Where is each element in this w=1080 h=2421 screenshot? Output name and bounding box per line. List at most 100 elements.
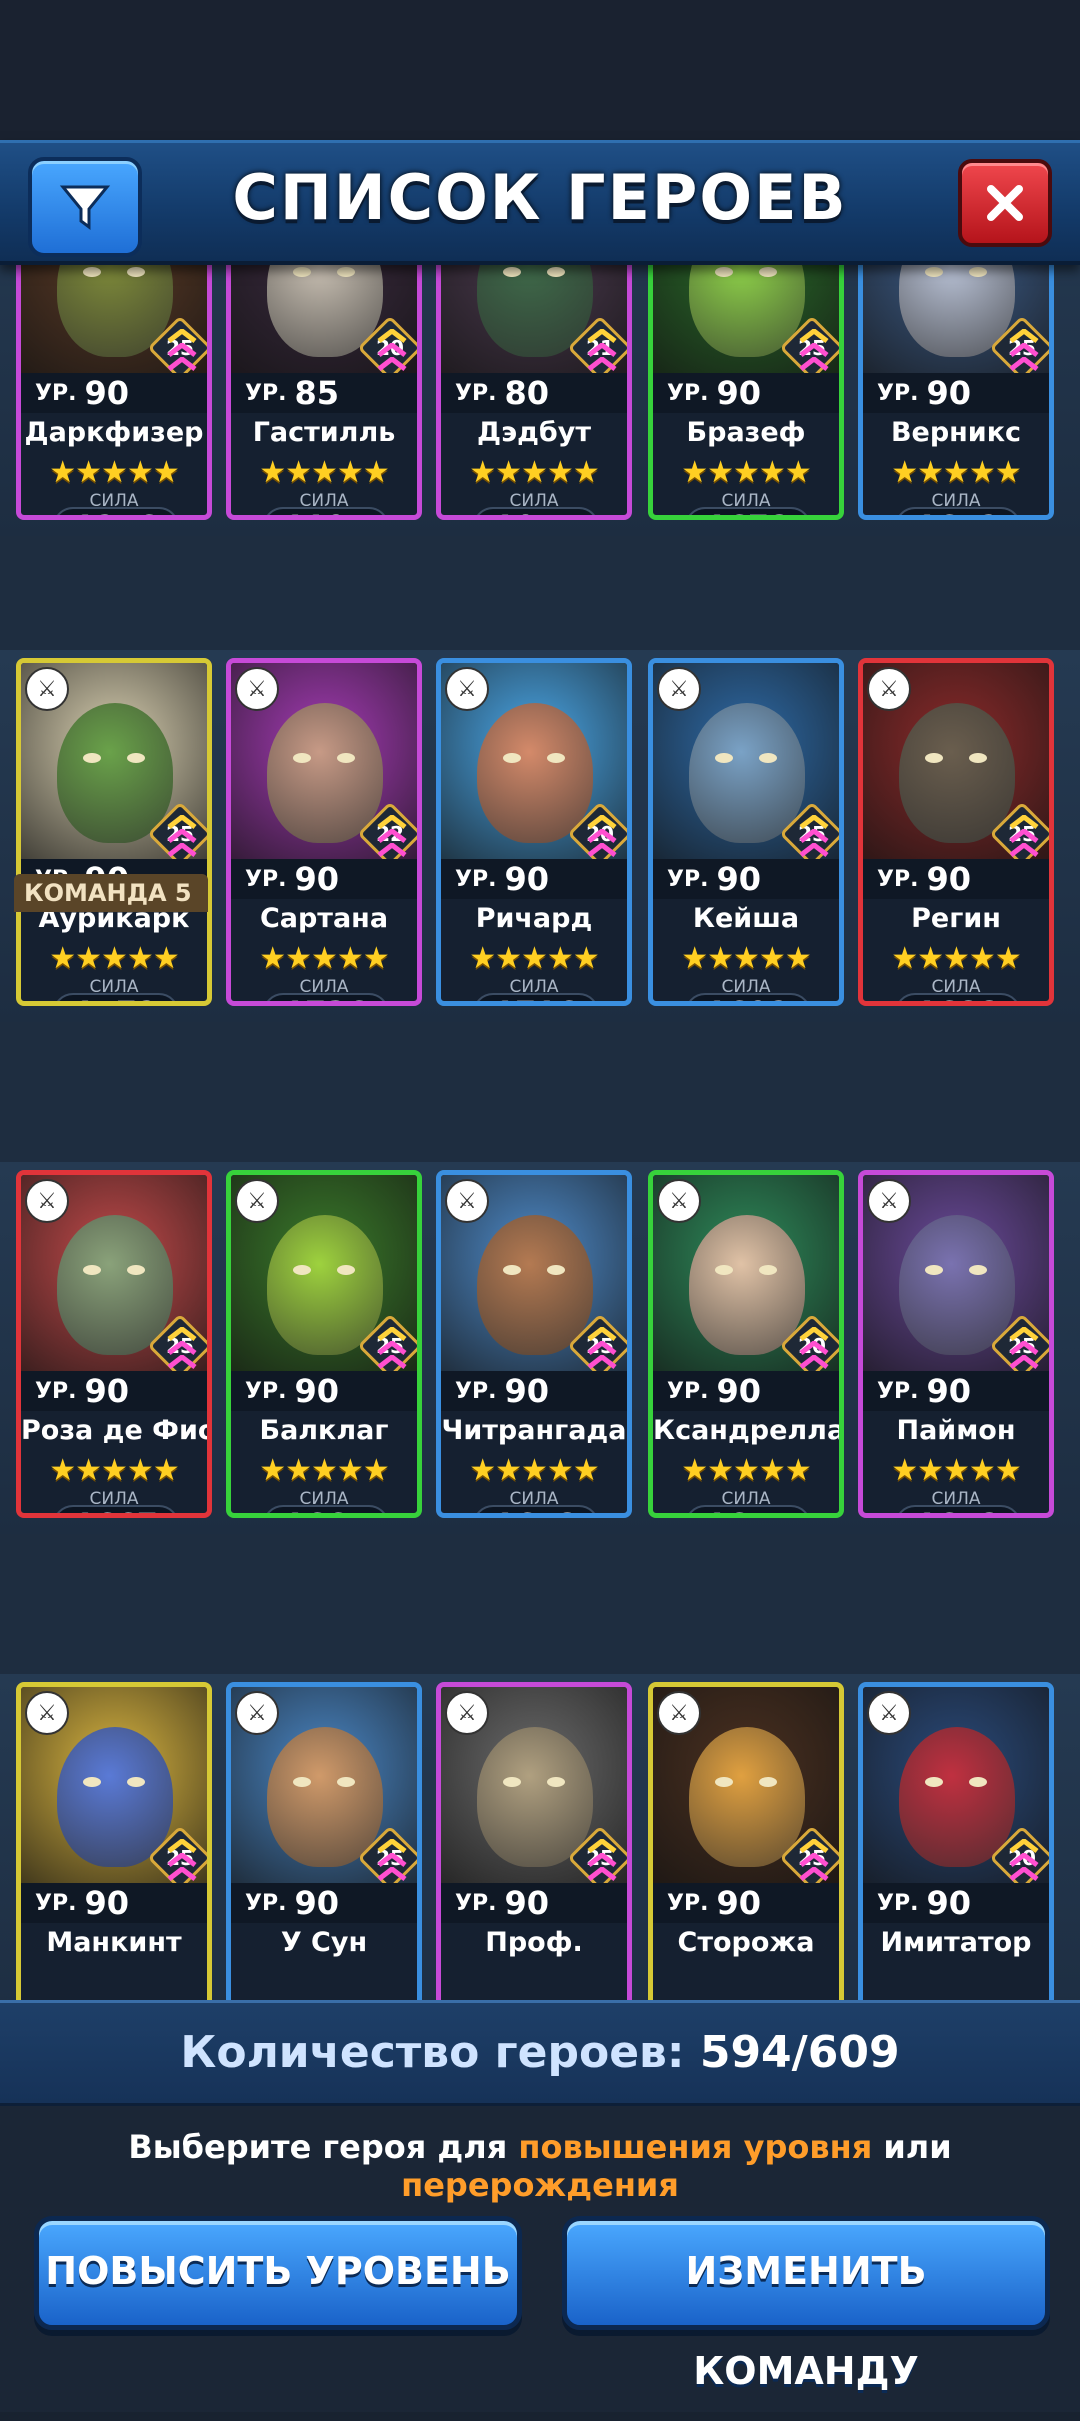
level-prefix: УР.: [877, 380, 919, 406]
hero-card[interactable]: ⚔25УР.90Читрангада★★★★★СИЛА1658: [436, 1170, 632, 1518]
hero-portrait: ⚔25: [21, 1175, 207, 1375]
hero-card[interactable]: ⚔22УР.90Сартана★★★★★СИЛА1736: [226, 658, 422, 1006]
hero-name: Сторожа: [677, 1927, 815, 1958]
hero-level: УР. 90: [653, 859, 839, 899]
level-value: 90: [84, 1372, 129, 1410]
close-button[interactable]: [958, 159, 1052, 247]
hero-stars: ★★★★★: [469, 1453, 599, 1488]
level-prefix: УР.: [245, 866, 287, 892]
power-value: 1654: [685, 1505, 811, 1513]
hero-stars: ★★★★★: [469, 941, 599, 976]
level-value: 90: [504, 1884, 549, 1922]
power-value: 1652: [895, 507, 1021, 515]
hero-portrait: ⚔ 22: [231, 663, 417, 863]
hero-count-label: Количество героев:: [180, 2027, 685, 2078]
hero-class-icon: ⚔: [867, 1179, 911, 1223]
hero-stars: ★★★★★: [681, 941, 811, 976]
hero-card[interactable]: ⚔20УР.90Ричард★★★★★СИЛА1716: [436, 658, 632, 1006]
level-value: 85: [294, 374, 339, 412]
hero-card[interactable]: ⚔25УР.90Даркфизер★★★★★СИЛА1256: [16, 258, 212, 520]
hero-name: Ричард: [475, 903, 593, 934]
level-value: 90: [926, 374, 971, 412]
hero-class-icon: ⚔: [867, 667, 911, 711]
hero-class-icon: ⚔: [235, 1179, 279, 1223]
power-value: 1045: [473, 507, 599, 515]
hero-name: Балклаг: [259, 1415, 389, 1446]
hero-class-icon: ⚔: [235, 667, 279, 711]
hint-rebirth: перерождения: [401, 2166, 679, 2204]
hero-name: Имитатор: [880, 1927, 1032, 1958]
level-value: 90: [294, 1372, 339, 1410]
hero-card[interactable]: ⚔ 25 УР. 90 Манкинт: [16, 1682, 212, 2000]
hero-name: У Сун: [280, 1927, 368, 1958]
hero-level: УР. 90: [863, 1883, 1049, 1923]
hero-name: Проф.: [485, 1927, 583, 1958]
hero-portrait: ⚔25: [441, 1175, 627, 1375]
level-prefix: УР.: [877, 1890, 919, 1916]
hero-name: Роза де Фио: [21, 1415, 207, 1446]
hero-stars: ★★★★★: [891, 941, 1021, 976]
level-prefix: УР.: [455, 380, 497, 406]
hero-card[interactable]: ⚔25УР.90Бразеф★★★★★СИЛА1678: [648, 258, 844, 520]
power-value: 1678: [685, 507, 811, 515]
hero-portrait: ⚔25: [21, 1687, 207, 1887]
power-value: 1688: [895, 993, 1021, 1001]
hero-class-icon: ⚔: [657, 1179, 701, 1223]
hero-portrait: ⚔20: [231, 258, 417, 377]
hint-start: Выберите героя для: [128, 2128, 519, 2166]
level-value: 90: [294, 860, 339, 898]
hero-class-icon: ⚔: [25, 667, 69, 711]
header: СПИСОК ГЕРОЕВ: [0, 140, 1080, 265]
level-value: 90: [294, 1884, 339, 1922]
hero-card[interactable]: ⚔25УР.90Регин★★★★★СИЛА1688: [858, 658, 1054, 1006]
hero-name: Даркфизер: [24, 417, 204, 448]
hero-card[interactable]: ⚔ 25 УР. 90 Сторожа: [648, 1682, 844, 2000]
hero-name: Регин: [911, 903, 1001, 934]
hero-class-icon: ⚔: [867, 1691, 911, 1735]
team-label: КОМАНДА 5: [14, 874, 208, 912]
change-team-button[interactable]: ИЗМЕНИТЬ КОМАНДУ: [562, 2216, 1050, 2393]
level-value: 80: [504, 374, 549, 412]
hero-card[interactable]: ⚔25УР.90Балклаг★★★★★СИЛА1664: [226, 1170, 422, 1518]
hero-card[interactable]: ⚔20УР.90Ксандрелла★★★★★СИЛА1654: [648, 1170, 844, 1518]
hero-portrait: ⚔25: [441, 1687, 627, 1887]
hero-card[interactable]: ⚔ 25 УР. 90 Проф.: [436, 1682, 632, 2000]
hero-card[interactable]: ⚔25УР.90Аурикарк★★★★★СИЛА1572: [16, 658, 212, 1006]
page-title: СПИСОК ГЕРОЕВ: [232, 161, 848, 234]
close-icon: [987, 185, 1023, 221]
hero-card[interactable]: ⚔ 25 УР. 90 У Сун: [226, 1682, 422, 2000]
hero-level: УР. 90: [231, 1883, 417, 1923]
hero-name: Дэдбут: [477, 417, 591, 448]
level-prefix: УР.: [667, 1378, 709, 1404]
hero-stars: ★★★★★: [469, 455, 599, 490]
power-value: 1736: [263, 993, 389, 1001]
hint-text: Выберите героя для повышения уровня или …: [0, 2128, 1080, 2204]
hero-class-icon: ⚔: [25, 1691, 69, 1735]
level-up-button[interactable]: ПОВЫСИТЬ УРОВЕНЬ: [34, 2216, 522, 2330]
hero-grid[interactable]: ⚔25УР.90Даркфизер★★★★★СИЛА1256⚔20УР.85Га…: [0, 258, 1080, 2000]
hero-level: УР. 90: [863, 859, 1049, 899]
hero-class-icon: ⚔: [657, 1691, 701, 1735]
power-value: 1572: [53, 993, 179, 1001]
power-value: 1664: [263, 1505, 389, 1513]
hero-portrait: ⚔25: [863, 258, 1049, 377]
hero-name: Манкинт: [46, 1927, 182, 1958]
hero-card[interactable]: ⚔25УР.90Кейша★★★★★СИЛА1692: [648, 658, 844, 1006]
level-prefix: УР.: [667, 1890, 709, 1916]
hero-portrait: ⚔25: [653, 1687, 839, 1887]
hero-level: УР. 90: [441, 859, 627, 899]
power-value: 1692: [685, 993, 811, 1001]
hero-card[interactable]: ⚔25УР.90Паймон★★★★★СИЛА1648: [858, 1170, 1054, 1518]
hint-level-up: повышения уровня: [518, 2128, 873, 2166]
hero-card[interactable]: ⚔25УР.90Верникс★★★★★СИЛА1652: [858, 258, 1054, 520]
hero-level: УР. 90: [653, 373, 839, 413]
hero-card[interactable]: ⚔21УР.80Дэдбут★★★★★СИЛА1045: [436, 258, 632, 520]
hero-stars: ★★★★★: [259, 455, 389, 490]
level-value: 90: [84, 374, 129, 412]
hero-level: УР. 90: [653, 1371, 839, 1411]
hero-card[interactable]: ⚔25УР.90Роза де Фио★★★★★СИЛА1667: [16, 1170, 212, 1518]
hero-stars: ★★★★★: [49, 455, 179, 490]
level-prefix: УР.: [245, 380, 287, 406]
hero-card[interactable]: ⚔ 20 УР. 90 Имитатор: [858, 1682, 1054, 2000]
hero-card[interactable]: ⚔20УР.85Гастилль★★★★★СИЛА1194: [226, 258, 422, 520]
